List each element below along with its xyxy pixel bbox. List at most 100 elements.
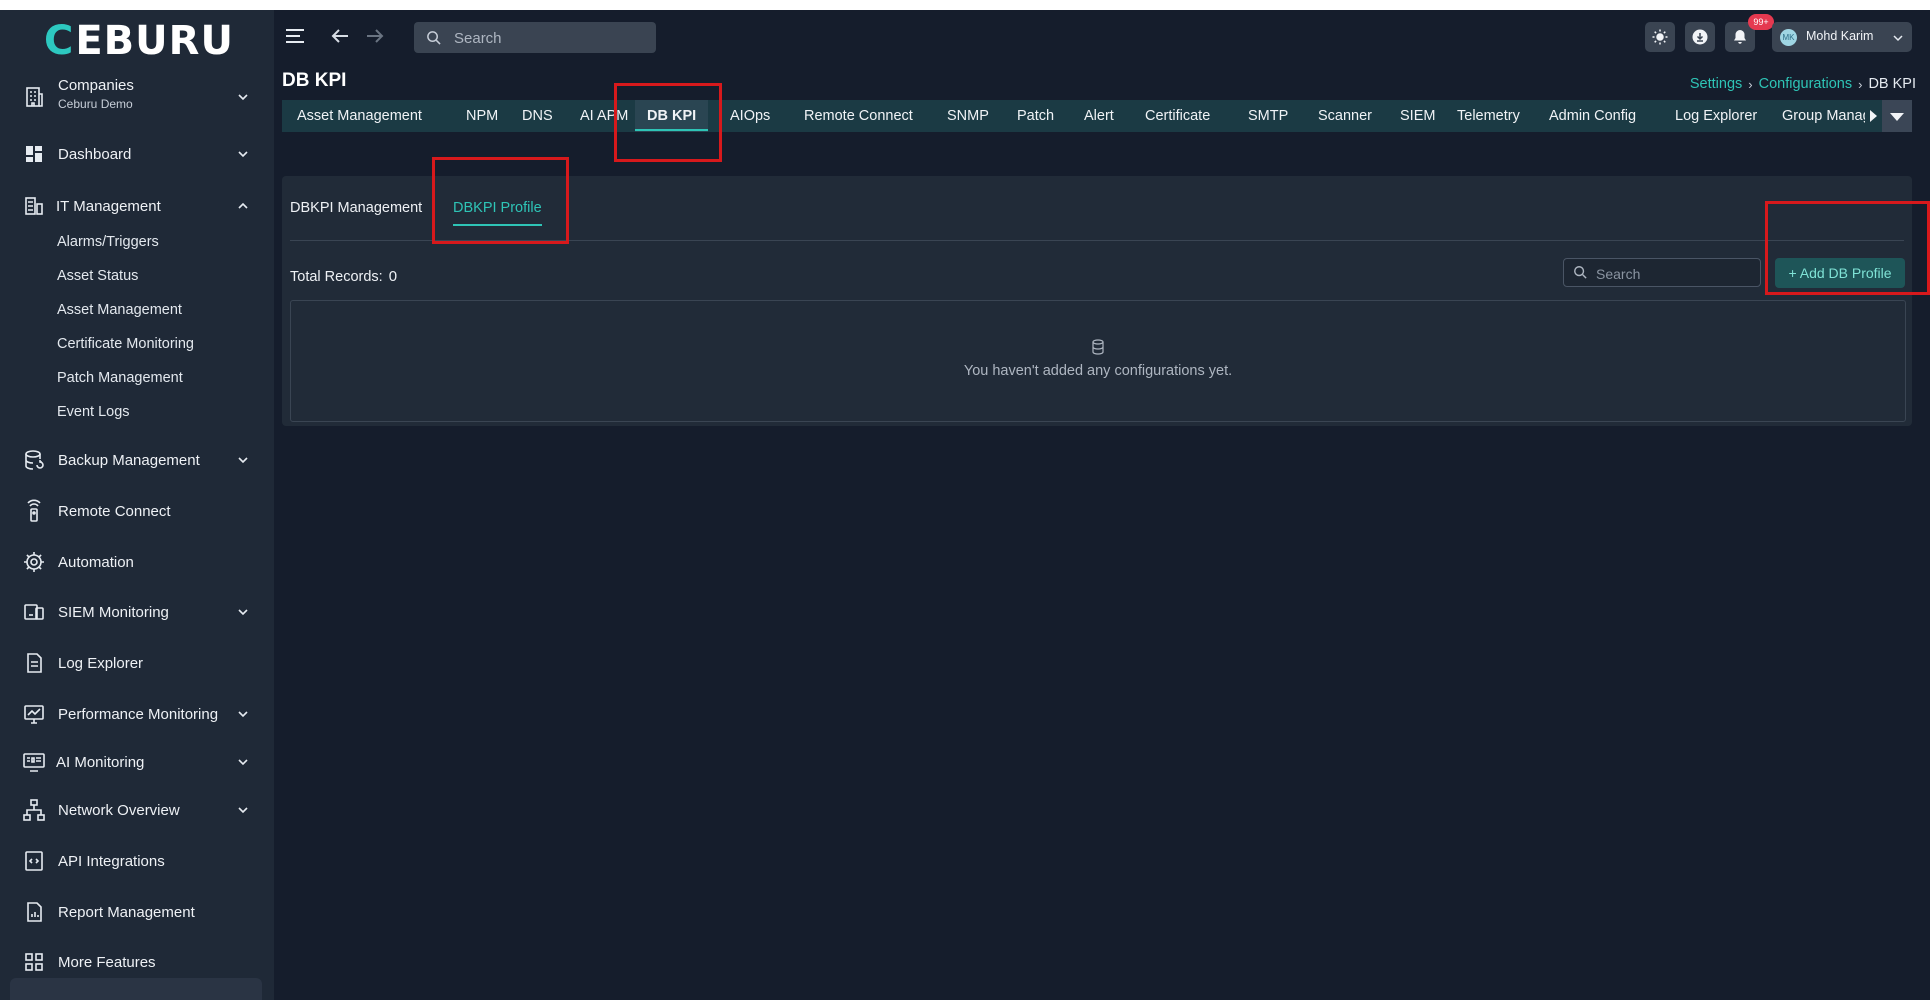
highlight-box-add-db-profile [1765,201,1930,295]
sidebar-subitem-event-logs[interactable]: Event Logs [57,404,130,420]
logo-letter: C [44,18,75,64]
tab-patch[interactable]: Patch [1005,100,1066,132]
remote-icon [27,499,41,522]
global-search-input[interactable] [452,22,646,55]
chevron-down-icon [238,711,248,718]
sidebar-item-label: Remote Connect [58,502,171,520]
chevron-down-icon [1893,35,1903,42]
ai-monitor-icon [23,753,45,772]
tab-asset-management[interactable]: Asset Management [285,100,434,132]
tab-admin-config[interactable]: Admin Config [1537,100,1648,132]
sidebar-subitem-alarms[interactable]: Alarms/Triggers [57,234,159,250]
forward-arrow-icon[interactable] [364,25,386,47]
menu-icon[interactable] [284,26,306,46]
ceburu-logo[interactable]: C EBURU [44,18,234,64]
sidebar-item-network-overview[interactable]: Network Overview [0,788,274,832]
tab-scanner[interactable]: Scanner [1306,100,1384,132]
tab-snmp[interactable]: SNMP [935,100,1001,132]
chevron-down-icon [238,609,248,616]
caret-down-icon [1890,113,1904,121]
sidebar-item-log-explorer[interactable]: Log Explorer [0,641,274,685]
theme-toggle-button[interactable] [1645,22,1675,52]
monitor-chart-icon [24,705,44,724]
sidebar-item-settings[interactable] [10,978,262,1000]
download-icon [1692,29,1708,45]
tab-smtp[interactable]: SMTP [1236,100,1300,132]
sidebar-item-label: AI Monitoring [56,753,145,771]
sidebar-item-label: API Integrations [58,852,165,870]
tabs-overflow-menu[interactable] [1882,100,1912,132]
chevron-up-icon [238,202,248,209]
sidebar-subitem-certificate-monitoring[interactable]: Certificate Monitoring [57,336,194,352]
sidebar-item-backup-management[interactable]: Backup Management [0,438,274,482]
report-icon [27,902,42,922]
tab-remote-connect[interactable]: Remote Connect [792,100,925,132]
sidebar-item-label: Network Overview [58,801,180,819]
code-icon [25,851,43,871]
sidebar-item-it-management[interactable]: IT Management [0,184,274,228]
sidebar-item-label: Performance Monitoring [58,705,219,723]
profile-search[interactable] [1563,258,1761,288]
chevron-down-icon [238,151,248,158]
download-button[interactable] [1685,22,1715,52]
sidebar-item-remote-connect[interactable]: Remote Connect [0,489,274,533]
top-bar: 99+ MK Mohd Karim [274,10,1930,62]
breadcrumb-configurations[interactable]: Configurations [1759,76,1853,92]
sidebar-item-label: IT Management [56,197,161,215]
breadcrumb: Settings › Configurations › DB KPI [1690,76,1916,92]
logo-text: EBURU [75,18,234,64]
subtab-dbkpi-management[interactable]: DBKPI Management [290,200,422,216]
sidebar-item-performance-monitoring[interactable]: Performance Monitoring [0,692,274,736]
sidebar-item-label: Report Management [58,903,195,921]
tabs-scroll-right[interactable] [1865,100,1881,132]
network-icon [23,799,45,821]
document-icon [27,653,42,673]
chevron-down-icon [238,457,248,464]
tab-log-explorer[interactable]: Log Explorer [1663,100,1769,132]
dashboard-icon [26,146,42,162]
tab-alert[interactable]: Alert [1072,100,1126,132]
highlight-box-db-kpi-tab [614,83,722,162]
back-arrow-icon[interactable] [329,25,351,47]
sidebar-item-siem-monitoring[interactable]: SIEM Monitoring [0,590,274,634]
sidebar-subitem-patch-management[interactable]: Patch Management [57,370,183,386]
total-records: Total Records: 0 [290,268,397,285]
global-search[interactable] [414,22,656,55]
empty-state-message: You haven't added any configurations yet… [963,363,1233,379]
highlight-box-dbkpi-profile [432,157,569,244]
bell-icon [1734,30,1746,44]
empty-state: You haven't added any configurations yet… [290,300,1906,422]
notification-count-badge: 99+ [1748,14,1774,30]
gear-icon [24,552,44,572]
database-backup-icon [25,450,44,470]
tab-certificate[interactable]: Certificate [1133,100,1222,132]
sidebar-item-ai-monitoring[interactable]: AI Monitoring [0,740,274,784]
breadcrumb-settings[interactable]: Settings [1690,76,1742,92]
sidebar-item-label: Companies [58,77,134,94]
sidebar-item-automation[interactable]: Automation [0,540,274,584]
tab-aiops[interactable]: AIOps [718,100,782,132]
tab-dns[interactable]: DNS [510,100,565,132]
total-records-count: 0 [388,268,398,285]
tab-siem[interactable]: SIEM [1388,100,1447,132]
sidebar-item-label: Dashboard [58,145,132,163]
profile-search-input[interactable] [1594,259,1756,288]
user-menu[interactable]: MK Mohd Karim [1772,22,1912,52]
grid-icon [25,953,43,971]
tab-telemetry[interactable]: Telemetry [1445,100,1532,132]
building-icon [26,87,43,107]
sidebar-subitem-asset-status[interactable]: Asset Status [57,268,138,284]
sidebar-item-report-management[interactable]: Report Management [0,890,274,934]
sidebar-item-companies[interactable]: Companies Ceburu Demo [0,72,274,122]
server-icon [25,197,43,215]
chevron-down-icon [238,94,248,101]
sidebar-subitem-asset-management[interactable]: Asset Management [57,302,182,318]
page-title: DB KPI [282,70,347,91]
tab-npm[interactable]: NPM [454,100,510,132]
sidebar-item-api-integrations[interactable]: API Integrations [0,839,274,883]
sidebar-item-dashboard[interactable]: Dashboard [0,132,274,176]
config-tabs: Asset Management NPM DNS AI APM DB KPI A… [282,100,1912,132]
chevron-down-icon [238,759,248,766]
sidebar-item-label: Log Explorer [58,654,144,672]
breadcrumb-separator: › [1748,76,1753,92]
